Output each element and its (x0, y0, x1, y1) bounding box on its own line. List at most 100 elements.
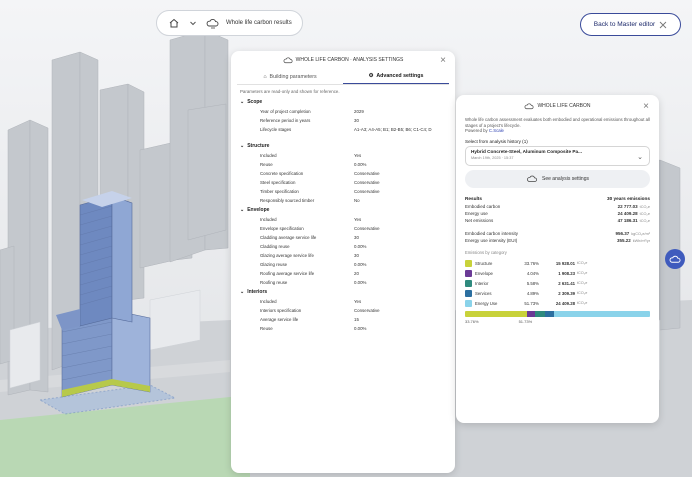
result-row: Energy use 24 409.28 tCO₂e (465, 211, 650, 216)
param-row: Average service life 15 (260, 316, 359, 322)
param-row: Included Yes (260, 152, 362, 158)
section-toggle-structure[interactable]: ⌄ Structure (240, 141, 446, 151)
section-scope: ⌄ Scope Year of project completion 2029 Re… (231, 97, 455, 141)
gear-icon: ⚙ (368, 73, 374, 79)
param-row: Concrete specification Conservative (260, 170, 380, 176)
category-name: Structure (475, 260, 493, 266)
intensity-row: Embodied carbon intensity 956.37 kgCO₂e/m² (465, 231, 650, 236)
category-swatch (465, 269, 472, 277)
category-swatch (465, 289, 472, 297)
section-toggle-interiors[interactable]: ⌄ Interiors (240, 287, 446, 297)
param-row: Cladding reuse 0.00% (260, 243, 367, 249)
back-to-master-editor-label: Back to Master editor (593, 21, 656, 28)
category-list: Structure 33.76% 15 928.01 tCO₂e Envelope 4.0… (456, 258, 659, 308)
chevron-down-icon[interactable] (186, 16, 200, 30)
bar-label-structure: 33.76% (465, 319, 479, 324)
category-name: Services (475, 290, 492, 296)
carbon-title: WHOLE LIFE CARBON (537, 103, 591, 109)
param-row: Reuse 0.00% (260, 161, 367, 167)
section-toggle-envelope[interactable]: ⌄ Envelope (240, 205, 446, 215)
bar-segment-structure (465, 311, 528, 317)
home-icon[interactable] (167, 16, 181, 30)
category-swatch (465, 259, 472, 267)
carbon-cloud-icon (525, 103, 534, 109)
analysis-settings-panel: WHOLE LIFE CARBON · ANALYSIS SETTINGS × … (231, 51, 455, 473)
intensity-row: Energy use intensity (EUI) 355.22 kWh/m²/y… (465, 238, 650, 243)
bar-label-energy-use: 51.73% (518, 319, 533, 324)
read-only-note: Parameters are read-only and shown for r… (240, 89, 340, 94)
category-unit: tCO₂e (577, 291, 588, 295)
section-toggle-scope[interactable]: ⌄ Scope (240, 97, 446, 107)
close-icon[interactable]: × (440, 55, 446, 66)
carbon-cloud-icon (205, 16, 219, 30)
bar-segment-envelope (527, 311, 535, 317)
category-row: Structure 33.76% 15 928.01 tCO₂e (456, 258, 659, 268)
result-row: Embodied carbon 22 777.03 tCO₂e (465, 204, 650, 209)
carbon-cloud-icon (283, 57, 293, 63)
settings-title: WHOLE LIFE CARBON · ANALYSIS SETTINGS (295, 57, 404, 63)
selected-analysis-title: Hybrid Concrete-Steel, Aluminum Composit… (471, 149, 583, 154)
category-value: 15 928.01 (555, 260, 575, 266)
close-icon (659, 21, 667, 28)
history-label: Select from analysis history (1) (465, 139, 528, 144)
chevron-down-icon: ⌄ (240, 289, 245, 295)
param-row: Lifecycle stages A1-A3; A4-A5; B1; B2-B5;… (260, 126, 432, 132)
category-row: Interior 5.58% 2 631.41 tCO₂e (456, 278, 659, 288)
settings-tabs: ⌂ Building parameters ⚙ Advanced setting… (237, 69, 449, 85)
param-row: Glazing reuse 0.00% (260, 261, 367, 267)
project-toolbar: Whole life carbon results (156, 10, 303, 36)
param-row: Year of project completion 2029 (260, 108, 364, 114)
category-value: 2 631.41 (558, 280, 575, 286)
param-row: Steel specification Conservative (260, 179, 380, 185)
back-to-master-editor-button[interactable]: Back to Master editor (580, 13, 681, 36)
close-icon[interactable]: × (643, 101, 649, 112)
param-row: Glazing average service life 30 (260, 252, 359, 258)
category-row: Energy Use 51.73% 24 409.28 tCO₂e (456, 298, 659, 308)
param-row: Roofing reuse 0.00% (260, 279, 367, 285)
results-header: Results 30 years emissions (465, 196, 650, 201)
param-row: Included Yes (260, 216, 362, 222)
category-percent: 33.76% (524, 260, 539, 266)
whole-life-carbon-panel: WHOLE LIFE CARBON × Whole life carbon as… (456, 95, 659, 423)
category-value: 2 309.39 (558, 290, 575, 296)
tab-building-parameters[interactable]: ⌂ Building parameters (237, 69, 343, 84)
category-swatch (465, 299, 472, 307)
category-row: Services 4.89% 2 309.39 tCO₂e (456, 288, 659, 298)
carbon-results-fab[interactable] (665, 249, 685, 269)
category-percent: 5.58% (526, 280, 539, 286)
param-row: Envelope specification Conservative (260, 225, 380, 231)
carbon-description: Whole life carbon assessment evaluates b… (465, 117, 650, 128)
category-percent: 4.04% (526, 270, 539, 276)
param-row: Roofing average service life 20 (260, 270, 359, 276)
param-row: Reference period in years 30 (260, 117, 359, 123)
category-value: 1 908.23 (558, 270, 575, 276)
category-unit: tCO₂e (577, 301, 588, 305)
result-row: Net emissions 47 186.31 tCO₂e (465, 218, 650, 223)
category-row: Envelope 4.04% 1 908.23 tCO₂e (456, 268, 659, 278)
analysis-history-select[interactable]: Hybrid Concrete-Steel, Aluminum Composit… (465, 146, 650, 166)
selected-analysis-date: March 19th, 2025 · 15:37 (471, 156, 514, 160)
chevron-down-icon: ⌄ (240, 207, 245, 213)
category-stacked-bar (465, 311, 650, 317)
settings-header: WHOLE LIFE CARBON · ANALYSIS SETTINGS × (231, 51, 455, 69)
bar-segment-interior (534, 311, 546, 317)
cscale-link[interactable]: C.Scale (489, 128, 504, 133)
param-row: Cladding average service life 30 (260, 234, 359, 240)
param-row: Responsibly sourced timber No (260, 197, 360, 203)
see-analysis-settings-button[interactable]: See analysis settings (465, 170, 650, 188)
chevron-down-icon: ⌄ (637, 154, 643, 161)
category-swatch (465, 279, 472, 287)
tab-advanced-settings[interactable]: ⚙ Advanced settings (343, 69, 449, 84)
chevron-down-icon: ⌄ (240, 99, 245, 105)
category-unit: tCO₂e (577, 281, 588, 285)
param-row: Interiors specification Conservative (260, 307, 380, 313)
param-row: Included Yes (260, 298, 362, 304)
category-title: Emissions by category (465, 250, 507, 255)
bar-segment-energy-use (554, 311, 650, 317)
carbon-header: WHOLE LIFE CARBON × (456, 95, 659, 117)
category-value: 24 409.28 (555, 300, 575, 306)
building-icon: ⌂ (263, 73, 267, 80)
category-percent: 4.89% (526, 290, 539, 296)
toolbar-title: Whole life carbon results (226, 20, 292, 26)
carbon-cloud-icon (527, 175, 537, 182)
